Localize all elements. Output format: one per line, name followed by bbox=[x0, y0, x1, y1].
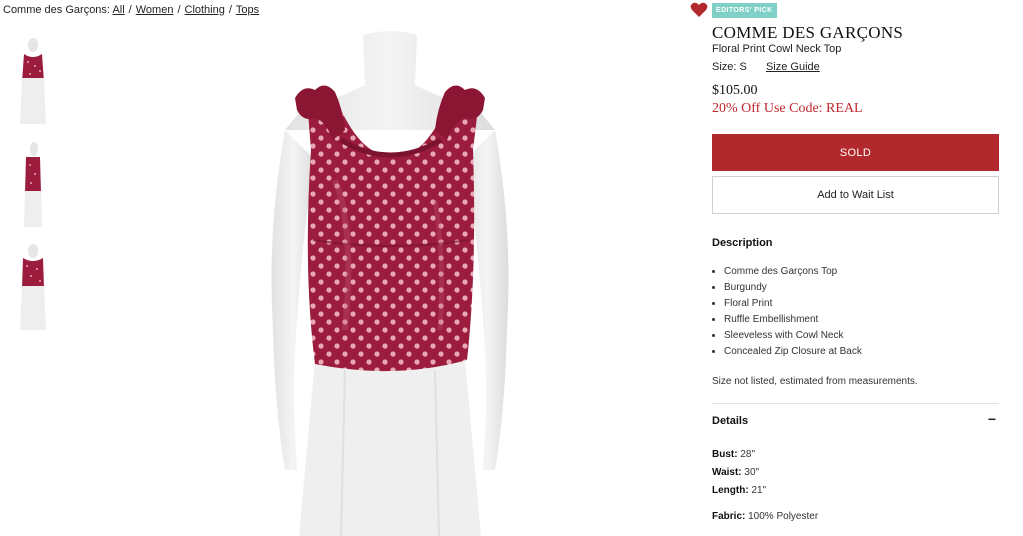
thumbnail-back[interactable] bbox=[13, 244, 53, 330]
breadcrumb-all[interactable]: All bbox=[112, 4, 124, 16]
size-note: Size not listed, estimated from measurem… bbox=[712, 376, 918, 387]
breadcrumb: Comme des Garçons: All / Women / Clothing / To… bbox=[3, 4, 260, 16]
fabric-label: Fabric: bbox=[712, 511, 746, 522]
designer-name[interactable]: COMME DES GARÇONS bbox=[712, 23, 903, 43]
measurement-value: 30" bbox=[744, 467, 760, 478]
list-item: Concealed Zip Closure at Back bbox=[724, 344, 862, 360]
thumbnail-side[interactable] bbox=[13, 141, 53, 227]
thumbnail-front[interactable] bbox=[13, 38, 53, 124]
product-price: $105.00 bbox=[712, 83, 758, 98]
size-guide-link[interactable]: Size Guide bbox=[766, 61, 820, 73]
heart-icon[interactable] bbox=[690, 2, 708, 18]
editors-pick-badge: EDITORS' PICK bbox=[712, 3, 777, 18]
breadcrumb-tops[interactable]: Tops bbox=[236, 4, 259, 16]
measurement-value: 21" bbox=[751, 485, 767, 496]
description-heading: Description bbox=[712, 237, 773, 249]
product-main-image[interactable] bbox=[245, 30, 535, 536]
promo-code: 20% Off Use Code: REAL bbox=[712, 101, 863, 116]
divider bbox=[712, 403, 999, 404]
measurement-length: Length: 21" bbox=[712, 485, 766, 496]
breadcrumb-clothing[interactable]: Clothing bbox=[185, 4, 225, 16]
sold-button[interactable]: SOLD bbox=[712, 134, 999, 171]
breadcrumb-designer: Comme des Garçons: bbox=[3, 4, 110, 16]
size-row: Size: S Size Guide bbox=[712, 61, 820, 73]
list-item: Ruffle Embellishment bbox=[724, 312, 862, 328]
fabric: Fabric: 100% Polyester bbox=[712, 511, 818, 522]
measurement-label: Bust: bbox=[712, 449, 738, 460]
measurement-value: 28" bbox=[740, 449, 756, 460]
description-list: Comme des Garçons Top Burgundy Floral Pr… bbox=[712, 264, 862, 360]
list-item: Comme des Garçons Top bbox=[724, 264, 862, 280]
size-label: Size: bbox=[712, 61, 737, 73]
measurement-bust: Bust: 28" bbox=[712, 449, 755, 460]
minus-icon[interactable]: − bbox=[986, 412, 998, 426]
list-item: Floral Print bbox=[724, 296, 862, 312]
measurement-label: Waist: bbox=[712, 467, 742, 478]
thumbnail-list bbox=[13, 38, 57, 347]
list-item: Burgundy bbox=[724, 280, 862, 296]
breadcrumb-women[interactable]: Women bbox=[136, 4, 174, 16]
measurement-label: Length: bbox=[712, 485, 749, 496]
details-heading[interactable]: Details bbox=[712, 415, 748, 427]
fabric-value: 100% Polyester bbox=[748, 511, 819, 522]
size-value: S bbox=[739, 61, 747, 73]
add-to-wait-list-button[interactable]: Add to Wait List bbox=[712, 176, 999, 214]
product-title: Floral Print Cowl Neck Top bbox=[712, 43, 842, 55]
list-item: Sleeveless with Cowl Neck bbox=[724, 328, 862, 344]
measurement-waist: Waist: 30" bbox=[712, 467, 759, 478]
